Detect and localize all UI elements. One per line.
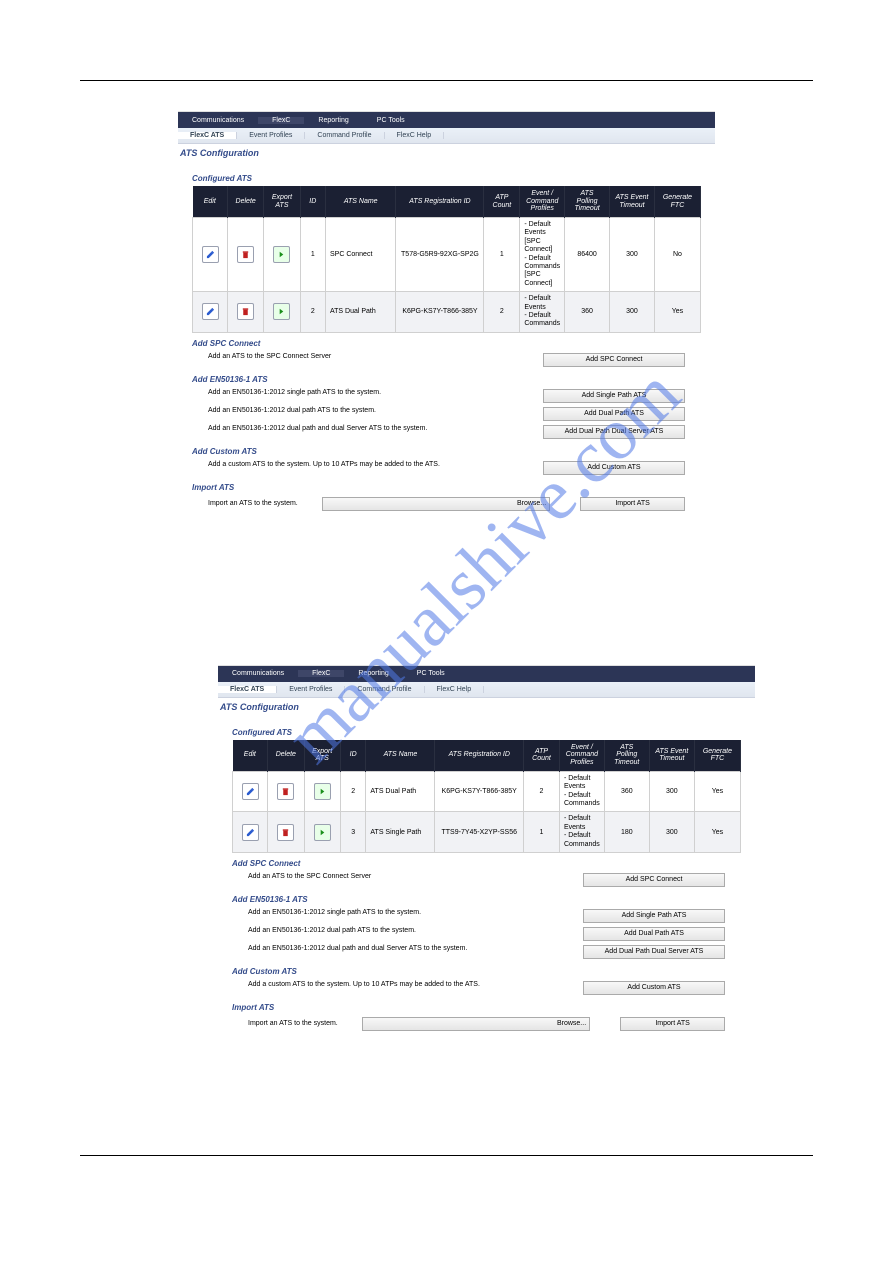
delete-icon[interactable] [277,783,294,800]
configured-ats-table: Edit Delete Export ATS ID ATS Name ATS R… [192,186,701,333]
section-spc: Add SPC Connect [218,853,755,871]
subtab-flexc-ats[interactable]: FlexC ATS [178,132,237,139]
edit-icon[interactable] [242,824,259,841]
tab-communications[interactable]: Communications [218,670,298,677]
edit-icon[interactable] [242,783,259,800]
table-row: 1 SPC Connect T578-G5R9-92XG-SP2G 1 - De… [193,218,701,292]
subtab-command-profile[interactable]: Command Profile [345,686,424,693]
en-single-desc: Add an EN50136-1:2012 single path ATS to… [248,909,583,916]
page-title: ATS Configuration [178,144,715,168]
sub-nav: FlexC ATS Event Profiles Command Profile… [218,682,755,698]
custom-desc: Add a custom ATS to the system. Up to 10… [208,461,543,468]
spc-desc: Add an ATS to the SPC Connect Server [208,353,543,360]
export-icon[interactable] [273,246,290,263]
section-en: Add EN50136-1 ATS [218,889,755,907]
add-spc-button[interactable]: Add SPC Connect [583,873,725,887]
en-dual-desc: Add an EN50136-1:2012 dual path ATS to t… [248,927,583,934]
ats-reg: TTS9-7Y45-X2YP-SS56 [435,812,524,853]
en-dual-server-desc: Add an EN50136-1:2012 dual path and dual… [248,945,583,952]
tab-reporting[interactable]: Reporting [344,670,402,677]
add-custom-button[interactable]: Add Custom ATS [543,461,685,475]
ats-reg: K6PG-KS7Y-T866-385Y [396,292,484,333]
screenshot-1: Communications FlexC Reporting PC Tools … [178,111,715,515]
export-icon[interactable] [314,824,331,841]
tab-flexc[interactable]: FlexC [258,117,304,124]
screenshot-2: Communications FlexC Reporting PC Tools … [218,665,755,1035]
delete-icon[interactable] [277,824,294,841]
section-import: Import ATS [218,997,755,1015]
section-configured: Configured ATS [178,168,715,186]
ats-name: ATS Single Path [366,812,435,853]
table-row: 2 ATS Dual Path K6PG-KS7Y-T866-385Y 2 - … [233,771,741,812]
export-icon[interactable] [314,783,331,800]
subtab-flexc-help[interactable]: FlexC Help [385,132,445,139]
subtab-event-profiles[interactable]: Event Profiles [237,132,305,139]
sub-nav: FlexC ATS Event Profiles Command Profile… [178,128,715,144]
add-dual-path-button[interactable]: Add Dual Path ATS [543,407,685,421]
edit-icon[interactable] [202,303,219,320]
section-import: Import ATS [178,477,715,495]
subtab-command-profile[interactable]: Command Profile [305,132,384,139]
export-icon[interactable] [273,303,290,320]
spc-desc: Add an ATS to the SPC Connect Server [248,873,583,880]
file-input[interactable]: Browse... [322,497,550,511]
ats-reg: T578-G5R9-92XG-SP2G [396,218,484,292]
section-en: Add EN50136-1 ATS [178,369,715,387]
import-desc: Import an ATS to the system. [208,500,318,507]
section-custom: Add Custom ATS [178,441,715,459]
main-nav: Communications FlexC Reporting PC Tools [218,666,755,682]
configured-ats-table: Edit Delete Export ATS ID ATS Name ATS R… [232,740,741,853]
subtab-event-profiles[interactable]: Event Profiles [277,686,345,693]
ats-name: ATS Dual Path [366,771,435,812]
import-button[interactable]: Import ATS [580,497,685,511]
page-title: ATS Configuration [218,698,755,722]
ats-name: SPC Connect [325,218,395,292]
add-spc-button[interactable]: Add SPC Connect [543,353,685,367]
subtab-flexc-help[interactable]: FlexC Help [425,686,485,693]
ats-reg: K6PG-KS7Y-T866-385Y [435,771,524,812]
section-configured: Configured ATS [218,722,755,740]
add-dual-server-button[interactable]: Add Dual Path Dual Server ATS [583,945,725,959]
import-desc: Import an ATS to the system. [248,1020,358,1027]
import-button[interactable]: Import ATS [620,1017,725,1031]
en-single-desc: Add an EN50136-1:2012 single path ATS to… [208,389,543,396]
en-dual-desc: Add an EN50136-1:2012 dual path ATS to t… [208,407,543,414]
edit-icon[interactable] [202,246,219,263]
add-dual-path-button[interactable]: Add Dual Path ATS [583,927,725,941]
subtab-flexc-ats[interactable]: FlexC ATS [218,686,277,693]
add-single-path-button[interactable]: Add Single Path ATS [543,389,685,403]
section-custom: Add Custom ATS [218,961,755,979]
delete-icon[interactable] [237,246,254,263]
file-input[interactable]: Browse... [362,1017,590,1031]
tab-pctools[interactable]: PC Tools [403,670,459,677]
tab-flexc[interactable]: FlexC [298,670,344,677]
add-dual-server-button[interactable]: Add Dual Path Dual Server ATS [543,425,685,439]
ats-name: ATS Dual Path [325,292,395,333]
delete-icon[interactable] [237,303,254,320]
table-row: 2 ATS Dual Path K6PG-KS7Y-T866-385Y 2 - … [193,292,701,333]
tab-communications[interactable]: Communications [178,117,258,124]
add-custom-button[interactable]: Add Custom ATS [583,981,725,995]
tab-reporting[interactable]: Reporting [304,117,362,124]
tab-pctools[interactable]: PC Tools [363,117,419,124]
add-single-path-button[interactable]: Add Single Path ATS [583,909,725,923]
main-nav: Communications FlexC Reporting PC Tools [178,112,715,128]
table-row: 3 ATS Single Path TTS9-7Y45-X2YP-SS56 1 … [233,812,741,853]
en-dual-server-desc: Add an EN50136-1:2012 dual path and dual… [208,425,543,432]
section-spc: Add SPC Connect [178,333,715,351]
custom-desc: Add a custom ATS to the system. Up to 10… [248,981,583,988]
